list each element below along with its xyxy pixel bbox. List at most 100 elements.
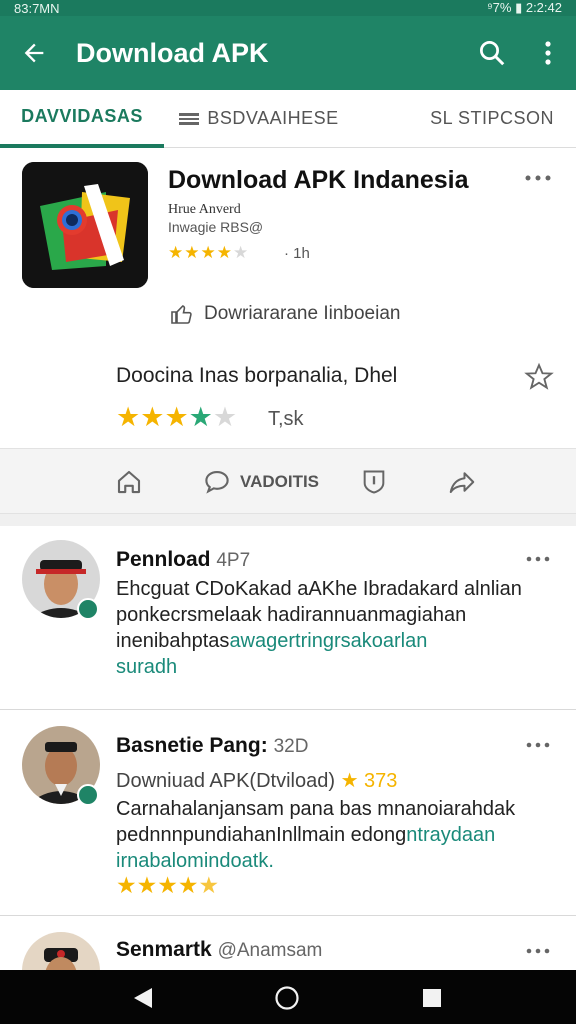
system-nav-bar xyxy=(0,970,576,1024)
nav-back-icon[interactable] xyxy=(132,986,154,1010)
shield-icon xyxy=(363,470,385,494)
post-line: Carnahalanjansam pana bas mnanoiarahdak xyxy=(116,798,516,820)
post-line: Ehcguat CDoKakad aAKhe Ibradakard alnlia… xyxy=(116,578,522,600)
nav-home-icon[interactable] xyxy=(274,985,300,1011)
status-bar: 83:7MN ⁹7% ▮ 2:2:42 xyxy=(0,0,576,16)
tab-bsdvaaihese[interactable]: BSDVAAIHESE xyxy=(164,90,354,148)
tab-label: BSDVAAIHESE xyxy=(207,108,339,128)
post-body: Carnahalanjansam pana bas mnanoiarahdak … xyxy=(116,796,556,874)
post-subtitle-text: Downiuad APK(Dtviload) xyxy=(116,770,335,792)
avatar-image xyxy=(22,932,100,970)
star-full-icon: ★ xyxy=(116,402,141,432)
app-bar: Download APK xyxy=(0,16,576,90)
back-arrow-icon xyxy=(24,43,44,63)
search-icon xyxy=(480,41,505,66)
download-row[interactable]: Dowriararane Iinboeian xyxy=(170,302,400,326)
star-full-icon: ★ xyxy=(168,243,185,262)
post-line: inenibahptasawagertringrsakoarlan xyxy=(116,628,556,654)
big-rating-count: T,sk xyxy=(268,408,304,430)
post-card[interactable]: Senmartk @Anamsam xyxy=(0,916,576,970)
app-description: Doocina Inas borpanalia, Dhel xyxy=(116,364,398,387)
post-card[interactable]: Basnetie Pang: 32D Downiuad APK(Dtviload… xyxy=(0,710,576,916)
app-logo-icon xyxy=(22,162,148,288)
post-author[interactable]: Senmartk @Anamsam xyxy=(116,938,322,962)
star-full-icon: ★ xyxy=(177,872,199,898)
back-button[interactable] xyxy=(0,16,68,90)
list-icon xyxy=(179,112,200,125)
app-card: Download APK Indanesia Hrue Anverd Inwag… xyxy=(0,148,576,448)
status-time: 83:7MN xyxy=(14,0,60,16)
star-green-icon: ★ xyxy=(188,402,213,432)
star-empty-icon: ★ xyxy=(233,243,250,262)
tab-bar: DAVVIDASAS BSDVAAIHESE SL STIPCSON xyxy=(0,90,576,148)
post-author-name: Basnetie Pang: xyxy=(116,734,268,757)
star-half-icon: ★ xyxy=(216,243,233,262)
post-rating-stars: ★★★★★ xyxy=(116,872,219,899)
post-line: pednnnpundiahanInllmain edongntraydaan xyxy=(116,822,556,848)
post-link[interactable]: awagertringrsakoarlan xyxy=(229,630,427,652)
like-icon xyxy=(171,305,192,324)
post-text: inenibahptas xyxy=(116,630,230,652)
more-options-icon[interactable] xyxy=(524,738,552,752)
star-full-icon: ★ xyxy=(140,402,165,432)
post-author-handle: 4P7 xyxy=(216,550,251,571)
action-bar: VADOITIS xyxy=(0,448,576,514)
overflow-menu-button[interactable] xyxy=(520,16,576,90)
post-text: pednnnpundiahanInllmain edong xyxy=(116,824,407,846)
app-icon[interactable] xyxy=(22,162,148,288)
small-rating-stars: ★★★★★ xyxy=(168,243,249,263)
star-full-icon: ★ xyxy=(184,243,201,262)
section-divider xyxy=(0,514,576,526)
star-full-icon: ★ xyxy=(164,402,189,432)
post-subtitle-rating: ★ 373 xyxy=(340,770,398,792)
developer-name[interactable]: Hrue Anverd xyxy=(168,202,241,218)
post-link[interactable]: irnabalomindoatk. xyxy=(116,848,556,874)
star-empty-icon: ★ xyxy=(212,402,238,432)
comment-label: VADOITIS xyxy=(240,472,320,491)
developer-sub: Inwagie RBS@ xyxy=(168,219,264,235)
post-author-name: Pennload xyxy=(116,548,211,571)
post-link[interactable]: ntraydaan xyxy=(406,824,495,846)
more-options-icon[interactable] xyxy=(524,552,552,566)
nav-recents-icon[interactable] xyxy=(422,988,442,1008)
shield-button[interactable] xyxy=(360,465,388,499)
small-rating-count: · 1h xyxy=(284,245,310,262)
overflow-menu-icon xyxy=(545,41,551,65)
tab-davvidasas[interactable]: DAVVIDASAS xyxy=(0,90,164,148)
post-author[interactable]: Pennload 4P7 xyxy=(116,548,250,572)
status-icons: ⁹7% ▮ 2:2:42 xyxy=(487,0,562,16)
app-bar-title: Download APK xyxy=(76,37,269,68)
star-full-icon: ★ xyxy=(200,243,217,262)
verified-badge xyxy=(77,598,99,620)
post-card[interactable]: Pennload 4P7 Ehcguat CDoKakad aAKhe Ibra… xyxy=(0,526,576,710)
share-button[interactable] xyxy=(446,465,478,499)
more-options-icon[interactable] xyxy=(522,168,554,188)
big-rating-stars: ★★★★★ xyxy=(116,402,237,433)
share-icon xyxy=(449,472,475,493)
star-full-icon: ★ xyxy=(157,872,178,898)
home-icon xyxy=(117,470,141,494)
download-label: Dowriararane Iinboeian xyxy=(204,303,401,324)
post-link[interactable]: suradh xyxy=(116,654,556,680)
post-author[interactable]: Basnetie Pang: 32D xyxy=(116,734,308,758)
home-button[interactable] xyxy=(114,465,144,499)
post-author-handle: @Anamsam xyxy=(217,940,323,961)
star-half-icon: ★ xyxy=(198,872,220,898)
search-button[interactable] xyxy=(464,16,520,90)
post-subtitle: Downiuad APK(Dtviload) ★ 373 xyxy=(116,768,397,793)
star-outline-icon[interactable] xyxy=(524,362,554,392)
avatar[interactable] xyxy=(22,932,100,970)
post-author-handle: 32D xyxy=(273,736,309,757)
app-name: Download APK Indanesia xyxy=(168,166,469,194)
post-author-name: Senmartk xyxy=(116,938,212,961)
comment-button[interactable]: VADOITIS xyxy=(202,465,319,499)
star-full-icon: ★ xyxy=(136,872,158,898)
tab-slstipcson[interactable]: SL STIPCSON xyxy=(354,90,576,148)
status-indicators: ⁹7% ▮ 2:2:42 xyxy=(487,0,562,15)
comment-icon xyxy=(205,470,229,494)
verified-badge xyxy=(77,784,99,806)
star-full-icon: ★ xyxy=(116,872,137,898)
more-options-icon[interactable] xyxy=(524,944,552,958)
post-body: Ehcguat CDoKakad aAKhe Ibradakard alnlia… xyxy=(116,576,556,680)
post-line: ponkecrsmelaak hadirannuanmagiahan xyxy=(116,604,467,626)
